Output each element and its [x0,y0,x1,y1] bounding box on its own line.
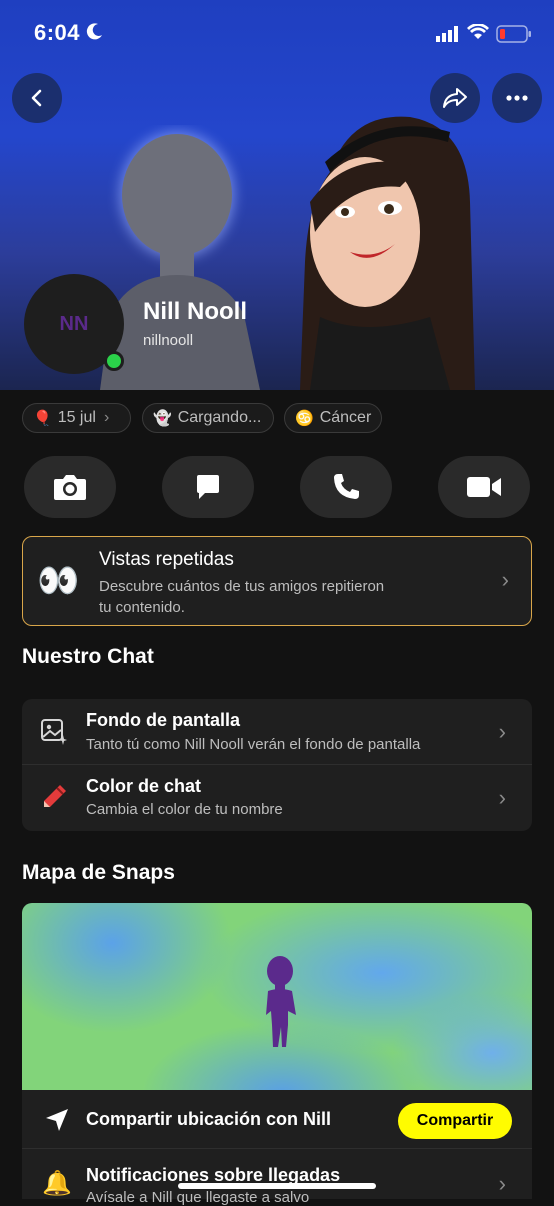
bell-icon: 🔔 [42,1170,72,1197]
chat-color-subtitle: Cambia el color de tu nombre [86,801,283,818]
voice-call-button[interactable] [300,456,392,518]
chat-color-row[interactable]: Color de chat Cambia el color de tu nomb… [22,765,532,831]
profile-name: Nill Nooll [143,298,247,325]
status-time: 6:04 [34,20,81,45]
avatar-initials: NN [59,312,89,335]
share-location-button[interactable]: Compartir [398,1103,512,1139]
chevron-right-icon: › [498,719,506,744]
wallpaper-title: Fondo de pantalla [86,710,241,730]
crayon-icon [44,785,66,807]
battery-icon [496,25,531,43]
snap-map[interactable] [22,903,532,1093]
repeat-views-title: Vistas repetidas [99,549,234,570]
video-camera-icon [467,477,501,497]
repeat-views-subtitle-2: tu contenido. [99,599,185,616]
eyes-icon: 👀 [37,562,80,600]
chat-color-title: Color de chat [86,776,202,796]
wifi-icon [467,24,489,39]
share-arrow-icon [443,88,467,108]
focus-moon-icon [86,23,102,40]
profile-username[interactable]: nillnooll [143,332,193,349]
share-profile-button[interactable] [430,73,480,123]
chevron-right-icon: › [498,785,506,810]
ghost-icon: 👻 [153,410,172,427]
signal-icon [436,26,458,42]
repeat-views-card[interactable]: 👀 Vistas repetidas Descubre cuántos de t… [22,536,532,626]
profile-header: 6:04 NN Nill Nooll nillnooll [0,0,554,390]
chat-section-heading: Nuestro Chat [22,645,154,668]
cancer-zodiac-icon: ♋ [295,410,314,427]
more-dots-icon [506,95,528,101]
share-location-label: Compartir ubicación con Nill [86,1109,332,1129]
chevron-left-icon [31,89,42,107]
birthday-pill[interactable]: 🎈 15 jul › [22,403,131,433]
snapscore-pill[interactable]: 👻 Cargando... [142,403,274,433]
chat-settings-list: Fondo de pantalla Tanto tú como Nill Noo… [22,699,532,831]
video-call-button[interactable] [438,456,530,518]
notifications-subtitle: Avísale a Nill que llegaste a salvo [86,1189,310,1206]
zodiac-pill[interactable]: ♋ Cáncer [284,403,382,433]
map-avatar-silhouette [266,956,296,1047]
birthday-label: 15 jul [57,409,96,426]
arrival-notifications-row[interactable]: 🔔 Notificaciones sobre llegadas Avísale … [22,1149,532,1206]
camera-button[interactable] [24,456,116,518]
chevron-right-icon: › [103,409,110,426]
snap-map-heading: Mapa de Snaps [22,861,175,884]
chat-bubble-icon [197,475,219,499]
wallpaper-icon [41,719,67,745]
wallpaper-subtitle: Tanto tú como Nill Nooll verán el fondo … [86,736,421,753]
repeat-views-subtitle-1: Descubre cuántos de tus amigos repitiero… [99,578,385,595]
zodiac-label: Cáncer [319,409,372,426]
chat-button[interactable] [162,456,254,518]
wallpaper-row[interactable]: Fondo de pantalla Tanto tú como Nill Noo… [22,699,532,765]
back-button[interactable] [12,73,62,123]
location-arrow-icon [46,1109,68,1131]
status-bar: 6:04 [0,18,554,50]
phone-icon [334,474,359,499]
camera-icon [54,475,86,500]
balloon-icon: 🎈 [33,410,52,427]
chevron-right-icon: › [501,567,509,592]
chevron-right-icon: › [498,1171,506,1196]
online-status-dot [104,351,124,371]
more-options-button[interactable] [492,73,542,123]
bitmoji-avatar [300,116,475,390]
home-indicator[interactable] [178,1183,376,1189]
snapscore-label: Cargando... [177,409,262,426]
